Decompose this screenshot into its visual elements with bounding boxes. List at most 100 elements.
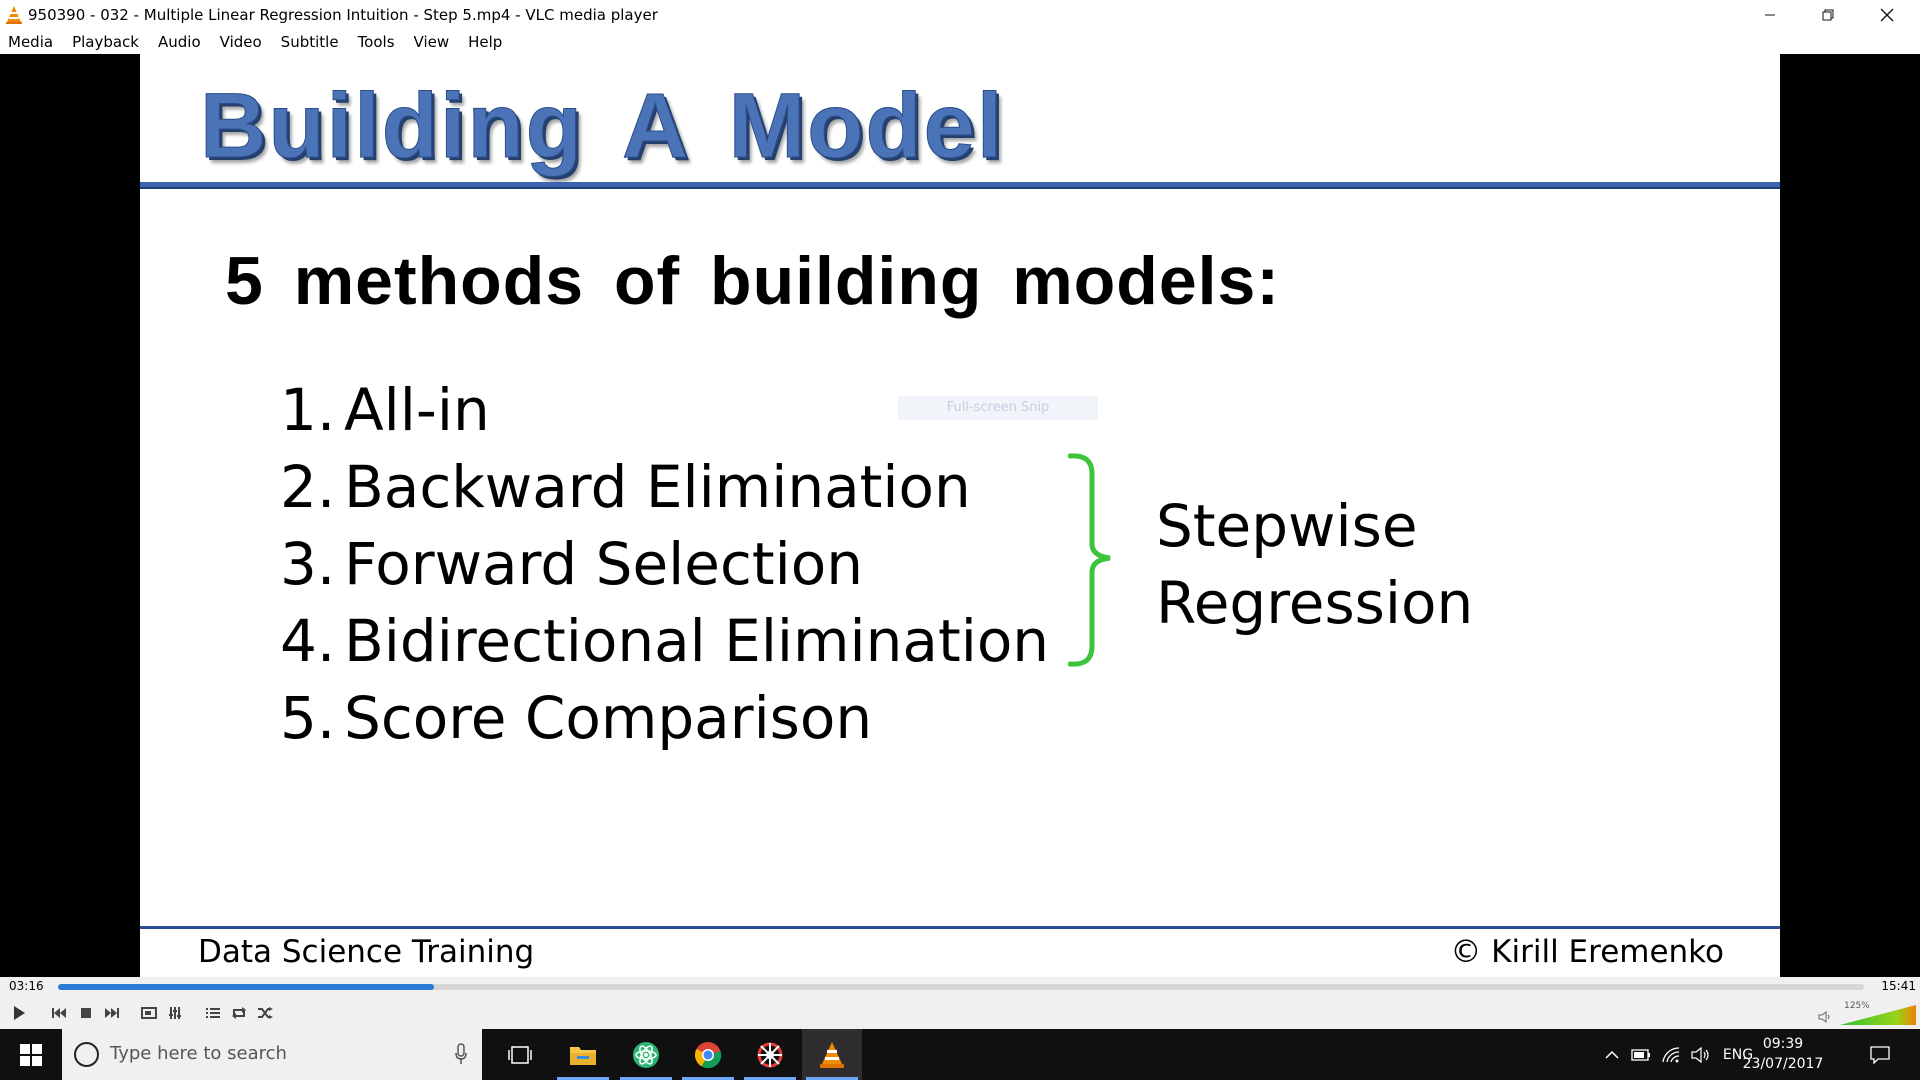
taskbar-search[interactable]: Type here to search [62, 1029, 482, 1080]
battery-status[interactable] [1628, 1029, 1654, 1080]
battery-icon [1631, 1048, 1650, 1061]
play-button[interactable] [6, 1001, 32, 1025]
notification-icon [1870, 1045, 1890, 1064]
loop-button[interactable] [228, 1001, 250, 1025]
volume-status[interactable] [1688, 1029, 1714, 1080]
menu-audio[interactable]: Audio [158, 33, 201, 51]
file-explorer-icon [570, 1046, 596, 1065]
previous-button[interactable] [48, 1001, 70, 1025]
task-view-button[interactable] [490, 1029, 550, 1080]
previous-icon [52, 1008, 66, 1018]
close-button[interactable] [1858, 0, 1916, 29]
slide-title: Building A Model [199, 75, 1005, 178]
equalizer-icon [169, 1007, 181, 1019]
methods-list: 1. All-in 2. Backward Elimination 3. Forwar… [280, 372, 1049, 757]
stepwise-line-2: Regression [1156, 569, 1474, 637]
clock[interactable]: 09:39 23/07/2017 [1738, 1034, 1828, 1074]
minimize-icon [1765, 14, 1775, 15]
chevron-up-icon [1605, 1050, 1619, 1059]
search-placeholder: Type here to search [110, 1043, 287, 1064]
menu-media[interactable]: Media [8, 33, 53, 51]
menu-video[interactable]: Video [220, 33, 262, 51]
clock-date: 23/07/2017 [1742, 1056, 1824, 1072]
title-bar: 950390 - 032 - Multiple Linear Regressio… [0, 0, 1920, 29]
playlist-button[interactable] [202, 1001, 224, 1025]
list-item: 2. Backward Elimination [280, 449, 1049, 526]
fullscreen-button[interactable] [138, 1001, 160, 1025]
list-item: 4. Bidirectional Elimination [280, 603, 1049, 680]
extended-settings-button[interactable] [164, 1001, 186, 1025]
menu-tools[interactable]: Tools [358, 33, 395, 51]
volume-slider[interactable] [1840, 1005, 1916, 1025]
restore-icon [1822, 9, 1834, 20]
snip-overlay: Full-screen Snip [898, 396, 1098, 420]
seek-row: 03:16 15:41 [0, 977, 1920, 997]
speaker-icon [1818, 1011, 1830, 1023]
wifi-icon [1662, 1046, 1680, 1062]
curly-brace-icon [1068, 453, 1111, 667]
minimize-button[interactable] [1741, 0, 1799, 29]
cortana-icon [74, 1042, 99, 1067]
footer-left: Data Science Training [198, 934, 535, 970]
network-status[interactable] [1658, 1029, 1684, 1080]
vlc-icon [820, 1041, 844, 1068]
current-time: 03:16 [9, 979, 44, 993]
list-label: All-in [344, 376, 490, 444]
taskbar-vlc[interactable] [802, 1029, 862, 1080]
microphone-icon[interactable] [454, 1043, 468, 1065]
stepwise-line-1: Stepwise [1156, 492, 1418, 560]
menu-help[interactable]: Help [468, 33, 502, 51]
show-hidden-icons-button[interactable] [1600, 1029, 1624, 1080]
close-icon [1880, 8, 1894, 21]
playlist-icon [206, 1008, 220, 1018]
shuffle-button[interactable] [254, 1001, 276, 1025]
list-number: 5. [280, 684, 336, 752]
menu-subtitle[interactable]: Subtitle [281, 33, 339, 51]
list-number: 2. [280, 453, 336, 521]
taskbar-atom[interactable] [616, 1029, 676, 1080]
start-button[interactable] [0, 1029, 62, 1080]
total-time: 15:41 [1881, 979, 1916, 993]
footer-divider [140, 926, 1780, 929]
fullscreen-icon [141, 1007, 157, 1019]
window-title: 950390 - 032 - Multiple Linear Regressio… [28, 5, 658, 24]
slide-subtitle: 5 methods of building models: [225, 243, 1280, 319]
list-label: Forward Selection [344, 530, 863, 598]
action-center-button[interactable] [1862, 1029, 1898, 1080]
list-number: 1. [280, 376, 336, 444]
list-label: Backward Elimination [344, 453, 971, 521]
volume-control[interactable]: 125% [1818, 1001, 1918, 1025]
title-divider [140, 182, 1780, 189]
video-area[interactable]: Building A Model 5 methods of building m… [0, 54, 1920, 977]
menu-playback[interactable]: Playback [72, 33, 139, 51]
loop-icon [232, 1007, 246, 1019]
list-number: 3. [280, 530, 336, 598]
clock-time: 09:39 [1762, 1036, 1804, 1052]
taskbar-settings-app[interactable] [740, 1029, 800, 1080]
list-number: 4. [280, 607, 336, 675]
taskbar-chrome[interactable] [678, 1029, 738, 1080]
chrome-icon [695, 1041, 722, 1068]
restore-button[interactable] [1799, 0, 1857, 29]
footer-right: © Kirill Eremenko [1450, 934, 1724, 970]
taskbar: Type here to search ENG 09:39 23/07/2017 [0, 1029, 1920, 1080]
stop-button[interactable] [75, 1001, 97, 1025]
shuffle-icon [258, 1007, 273, 1019]
controls-bar: 125% [0, 997, 1920, 1029]
atom-icon [633, 1041, 659, 1068]
seek-bar[interactable] [58, 984, 1864, 990]
stop-icon [81, 1008, 91, 1018]
stepwise-label: Stepwise Regression [1156, 488, 1473, 642]
list-item: 5. Score Comparison [280, 680, 1049, 757]
list-item: 3. Forward Selection [280, 526, 1049, 603]
speaker-icon [1691, 1046, 1709, 1063]
task-view-icon [508, 1045, 532, 1064]
menu-bar: Media Playback Audio Video Subtitle Tool… [0, 29, 1920, 54]
slide: Building A Model 5 methods of building m… [140, 54, 1780, 977]
play-icon [14, 1006, 25, 1020]
settings-app-icon [757, 1042, 783, 1067]
next-icon [105, 1008, 119, 1018]
next-button[interactable] [101, 1001, 123, 1025]
taskbar-file-explorer[interactable] [553, 1029, 613, 1080]
menu-view[interactable]: View [414, 33, 450, 51]
